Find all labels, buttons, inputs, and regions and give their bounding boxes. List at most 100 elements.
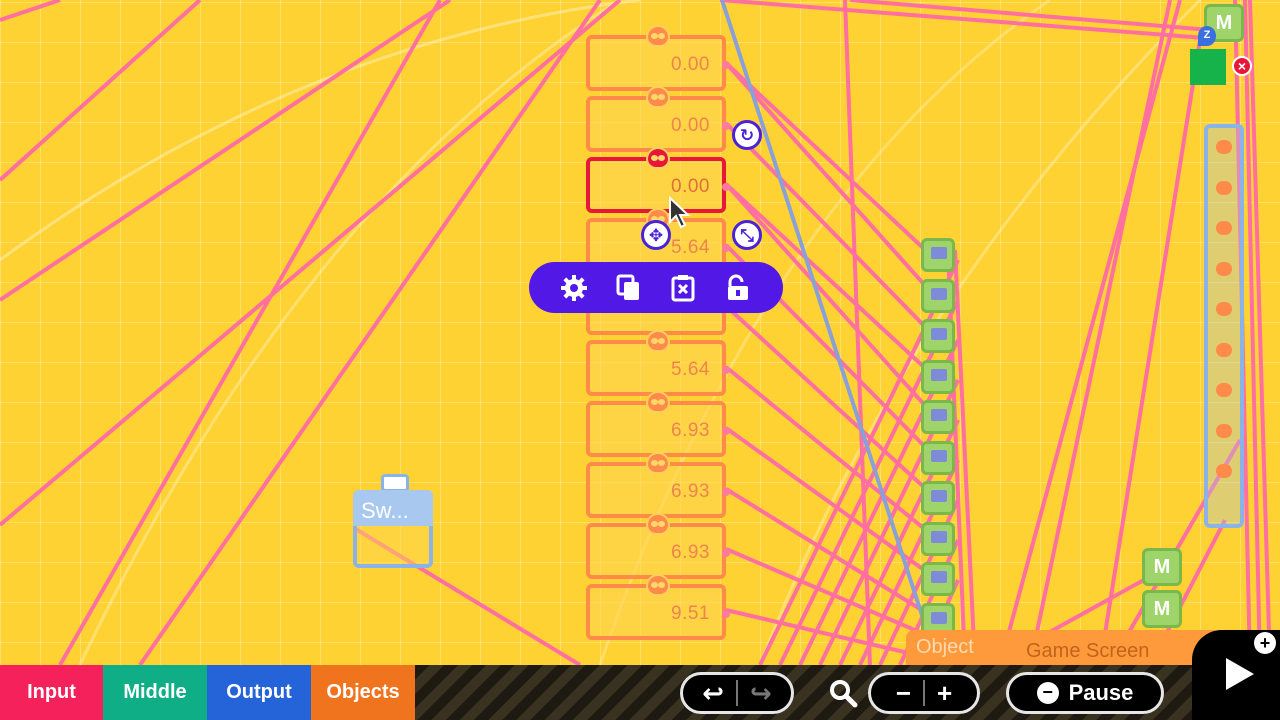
constant-node[interactable]: 9.51 <box>586 574 730 640</box>
undo-button[interactable]: ↩ <box>702 680 724 706</box>
output-node[interactable] <box>921 278 955 313</box>
node-icon <box>931 328 947 340</box>
delete-icon[interactable] <box>667 272 699 304</box>
cursor-icon <box>669 196 691 229</box>
output-node[interactable] <box>921 359 955 394</box>
node-face-icon <box>1216 261 1232 276</box>
node-icon <box>931 490 947 502</box>
pause-label: Pause <box>1068 680 1134 705</box>
constant-value: 6.93 <box>671 420 710 441</box>
divider <box>923 680 925 706</box>
node-face-icon <box>646 86 670 108</box>
divider <box>736 680 738 706</box>
output-port[interactable] <box>722 366 730 374</box>
zoom-in-button[interactable]: + <box>937 680 952 706</box>
node-icon <box>931 449 947 462</box>
m-node[interactable]: M <box>1142 590 1182 628</box>
node-icon <box>931 571 947 583</box>
constant-node[interactable]: 6.93 <box>586 391 730 457</box>
output-node[interactable] <box>921 238 955 272</box>
resize-button[interactable]: ⤡ <box>732 220 762 250</box>
node-icon <box>931 247 947 259</box>
output-port[interactable] <box>722 610 730 618</box>
constant-value: 6.93 <box>671 542 710 563</box>
constant-value: 9.51 <box>671 603 710 624</box>
object-node-label: Object <box>916 636 974 658</box>
node-face-icon <box>646 330 670 352</box>
green-object[interactable] <box>1190 49 1226 85</box>
output-node[interactable] <box>921 562 955 596</box>
tab-middle[interactable]: Middle <box>103 665 207 720</box>
constant-value: 6.93 <box>671 481 710 502</box>
node-face-icon <box>1216 383 1232 397</box>
switch-node-label: Sw... <box>361 498 409 523</box>
zoom-group: − + <box>868 672 980 714</box>
output-node[interactable] <box>921 521 955 556</box>
constant-node[interactable]: 0.00 <box>586 147 730 213</box>
search-icon <box>830 680 858 708</box>
node-face-icon <box>646 513 670 535</box>
unlock-icon[interactable] <box>722 272 754 304</box>
program-canvas[interactable]: 0.00 0.00 0.00 5.64 5.64 6.93 6.93 6.93 9.51 ↻ ✥… <box>0 0 1280 665</box>
node-icon <box>931 611 947 624</box>
output-port[interactable] <box>722 61 730 69</box>
tab-objects[interactable]: Objects <box>311 665 415 720</box>
output-node[interactable] <box>921 440 955 475</box>
wire-group-fan <box>724 0 1272 665</box>
constant-node[interactable]: 6.93 <box>586 452 730 518</box>
constant-node[interactable]: 6.93 <box>586 513 730 579</box>
close-icon[interactable]: × <box>1232 56 1252 76</box>
constant-node[interactable]: 5.64 <box>586 330 730 396</box>
constant-node[interactable]: 0.00 <box>586 25 730 91</box>
constant-value: 0.00 <box>671 115 710 136</box>
node-icon <box>931 287 947 300</box>
tab-input[interactable]: Input <box>0 665 103 720</box>
undo-redo-group: ↩ ↪ <box>680 672 794 714</box>
node-face-icon <box>646 391 670 413</box>
node-icon <box>931 368 947 381</box>
node-face-icon <box>646 25 670 47</box>
output-node[interactable] <box>921 481 955 515</box>
node-face-icon <box>1216 221 1232 235</box>
object-node[interactable]: Object Game Screen <box>906 630 1236 665</box>
constant-node[interactable]: 0.00 <box>586 86 730 152</box>
play-button[interactable]: + <box>1192 630 1280 720</box>
node-icon <box>931 409 947 421</box>
redo-button[interactable]: ↪ <box>750 680 772 706</box>
constant-value: 5.64 <box>671 237 710 258</box>
gear-icon[interactable] <box>558 272 590 304</box>
constant-value: 0.00 <box>671 176 710 197</box>
node-icon <box>931 530 947 543</box>
zoom-out-button[interactable]: − <box>896 680 911 706</box>
node-context-toolbar <box>529 262 783 313</box>
move-button[interactable]: ✥ <box>641 220 671 250</box>
output-port[interactable] <box>722 549 730 557</box>
m-node[interactable]: M <box>1142 548 1182 586</box>
output-port[interactable] <box>722 488 730 496</box>
node-face-icon <box>1216 342 1232 357</box>
wire-blue <box>720 0 932 641</box>
switch-node[interactable]: Sw... <box>353 474 433 568</box>
output-node[interactable] <box>921 400 955 434</box>
z-marker-icon: Z <box>1198 26 1216 46</box>
node-face-icon <box>646 452 670 474</box>
tab-output[interactable]: Output <box>207 665 311 720</box>
output-node[interactable] <box>921 319 955 353</box>
node-face-icon <box>646 147 670 169</box>
node-face-icon <box>1216 180 1232 195</box>
node-face-icon <box>1216 302 1232 316</box>
pause-button[interactable]: − Pause <box>1006 672 1164 714</box>
output-port[interactable] <box>722 122 730 130</box>
object-node-sub: Game Screen <box>1026 640 1150 662</box>
copy-icon[interactable] <box>613 272 645 304</box>
play-icon <box>1226 658 1254 690</box>
add-badge-icon: + <box>1254 632 1276 654</box>
output-port[interactable] <box>722 244 730 252</box>
output-port[interactable] <box>722 183 730 191</box>
rotate-button[interactable]: ↻ <box>732 120 762 150</box>
node-face-icon <box>1216 464 1232 478</box>
node-face-icon <box>1216 140 1232 154</box>
constant-value: 0.00 <box>671 54 710 75</box>
bottom-toolbar: Input Middle Output Objects ↩ ↪ − + − Pa… <box>0 665 1280 720</box>
output-port[interactable] <box>722 427 730 435</box>
